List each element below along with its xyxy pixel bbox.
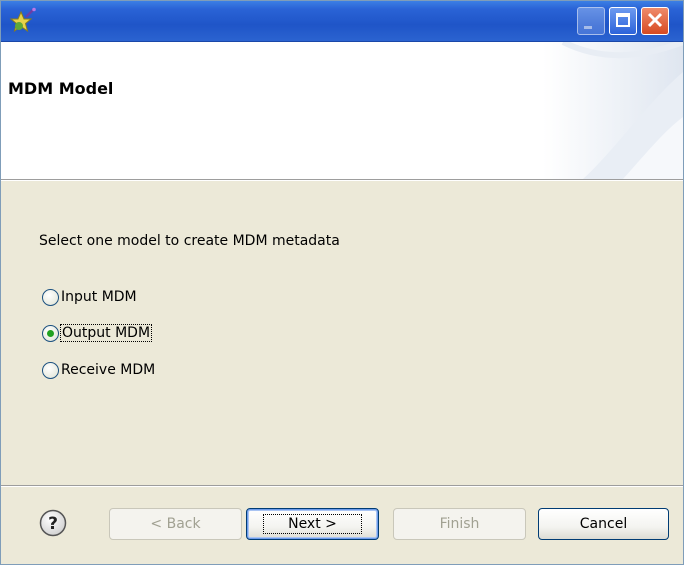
next-button[interactable]: Next >	[246, 508, 379, 540]
maximize-icon	[616, 13, 630, 27]
finish-button-label: Finish	[439, 516, 480, 532]
close-button[interactable]	[641, 7, 669, 35]
selection-prompt: Select one model to create MDM metadata	[39, 233, 340, 249]
option-receive-mdm[interactable]: Receive MDM	[42, 360, 155, 380]
option-label: Receive MDM	[61, 362, 156, 378]
finish-button[interactable]: Finish	[393, 508, 526, 540]
option-label: Output MDM	[59, 324, 153, 342]
cancel-button[interactable]: Cancel	[538, 508, 669, 540]
maximize-button[interactable]	[609, 7, 637, 35]
wizard-header-banner: MDM Model	[1, 42, 683, 180]
help-button[interactable]: ?	[39, 509, 67, 537]
title-bar[interactable]	[1, 1, 683, 42]
footer-separator	[1, 485, 683, 486]
minimize-icon	[584, 26, 592, 29]
radio-receive-mdm[interactable]	[42, 361, 59, 379]
wizard-dialog: MDM Model Select one model to create MDM…	[0, 0, 684, 565]
radio-input-mdm[interactable]	[42, 288, 59, 306]
cancel-button-label: Cancel	[579, 516, 628, 532]
wizard-star-icon	[9, 7, 39, 35]
banner-separator	[1, 180, 683, 181]
minimize-button[interactable]	[577, 7, 605, 35]
option-output-mdm[interactable]: Output MDM	[42, 323, 153, 343]
option-input-mdm[interactable]: Input MDM	[42, 287, 137, 307]
svg-text:?: ?	[48, 514, 58, 534]
help-icon: ?	[39, 509, 67, 537]
next-button-label: Next >	[263, 514, 362, 534]
banner-decoration	[543, 42, 683, 179]
radio-output-mdm[interactable]	[42, 324, 59, 342]
back-button-label: < Back	[150, 516, 201, 532]
back-button[interactable]: < Back	[109, 508, 242, 540]
option-label: Input MDM	[61, 289, 137, 305]
close-icon	[646, 11, 664, 29]
page-title: MDM Model	[8, 79, 114, 98]
